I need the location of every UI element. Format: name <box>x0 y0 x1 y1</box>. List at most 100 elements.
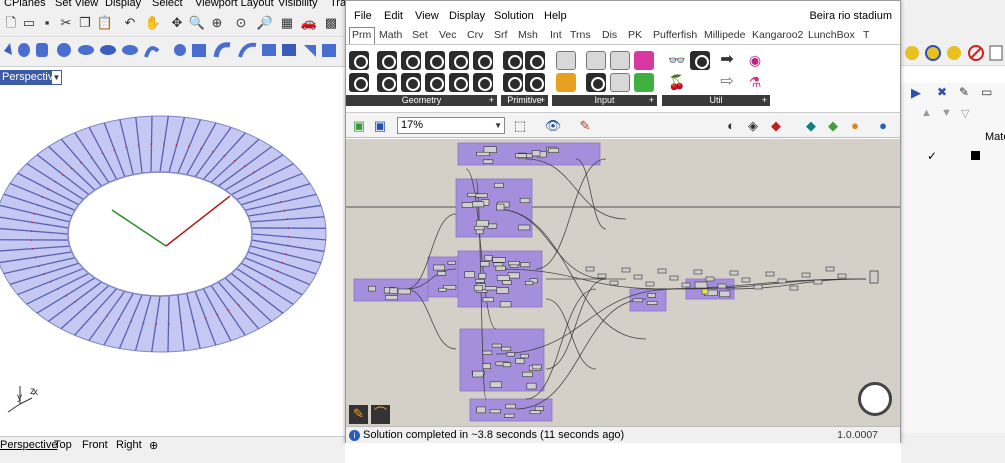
perspective-viewport[interactable]: zyx <box>0 86 345 436</box>
layer-delete-icon[interactable]: ✖ <box>937 85 947 99</box>
cut-icon[interactable]: ✂ <box>57 14 75 32</box>
number-param-icon[interactable] <box>503 73 523 92</box>
arrow-outline-icon[interactable]: ⇨ <box>718 73 736 91</box>
menu-display[interactable]: Display <box>105 0 141 9</box>
arc-param-icon[interactable] <box>401 51 421 70</box>
tab-pk[interactable]: PK <box>628 29 642 41</box>
brep-param-icon[interactable] <box>449 51 469 70</box>
boolean-param-icon[interactable] <box>503 51 523 70</box>
tab-top[interactable]: Top <box>54 439 72 451</box>
display-sphere-icon[interactable]: ● <box>874 117 892 135</box>
tab-trns[interactable]: Trns <box>570 29 591 41</box>
mesh-param-icon[interactable] <box>473 51 493 70</box>
move-down-icon[interactable]: ▼ <box>941 107 952 119</box>
gh-menu-solution[interactable]: Solution <box>494 10 534 22</box>
save-document-icon[interactable]: ▣ <box>371 117 389 135</box>
zoom-extents-icon[interactable]: ⬚ <box>511 117 529 135</box>
save-icon[interactable]: ▪ <box>38 14 56 32</box>
preview-wire-icon[interactable]: ◐ <box>722 117 740 135</box>
cherries-icon[interactable]: 🍒 <box>668 73 686 91</box>
open-document-icon[interactable]: ▣ <box>350 117 368 135</box>
ribbon-label-util[interactable]: Util + <box>662 95 770 106</box>
move-up-icon[interactable]: ▲ <box>921 107 932 119</box>
tab-front[interactable]: Front <box>82 439 108 451</box>
copy-icon[interactable]: ❐ <box>76 14 94 32</box>
gh-menu-help[interactable]: Help <box>544 10 567 22</box>
gradient-icon[interactable] <box>634 51 654 70</box>
flask-icon[interactable]: ⚗ <box>746 73 764 91</box>
rotate-view-icon[interactable]: ✥ <box>168 14 186 32</box>
ribbon-label-input[interactable]: Input + <box>552 95 657 106</box>
value-list-icon[interactable] <box>610 51 630 70</box>
curve-param-icon[interactable] <box>425 51 445 70</box>
graph-mapper-icon[interactable] <box>556 73 576 92</box>
tab-dis[interactable]: Dis <box>602 29 617 41</box>
tab-t[interactable]: T <box>863 29 869 41</box>
zoom-icon[interactable]: 🔍 <box>188 14 206 32</box>
view-icon[interactable]: ▩ <box>322 14 340 32</box>
integer-param-icon[interactable] <box>525 51 545 70</box>
field-param-icon[interactable] <box>473 73 493 92</box>
list-icon[interactable] <box>610 73 630 92</box>
zoom-extents-icon[interactable]: ⊙ <box>232 14 250 32</box>
tree-icon[interactable] <box>690 51 710 70</box>
zoom-level-field[interactable]: 17% ▼ <box>397 117 505 134</box>
tab-vec[interactable]: Vec <box>439 29 457 41</box>
tab-set[interactable]: Set <box>412 29 428 41</box>
toggle-icon[interactable] <box>586 73 606 92</box>
menu-viewport-layout[interactable]: Viewport Layout <box>195 0 274 9</box>
circle-param-icon[interactable] <box>377 51 397 70</box>
gh-menu-display[interactable]: Display <box>449 10 485 22</box>
panel-icon[interactable] <box>586 51 606 70</box>
grid-icon[interactable]: ▦ <box>278 14 296 32</box>
tab-right[interactable]: Right <box>116 439 142 451</box>
tab-millipede[interactable]: Millipede <box>704 29 745 41</box>
tab-crv[interactable]: Crv <box>467 29 483 41</box>
car-icon[interactable]: 🚗 <box>300 14 318 32</box>
arrow-right-icon[interactable]: ➡ <box>718 51 736 69</box>
sketch-pen-icon[interactable]: ✎ <box>576 117 594 135</box>
layer-new-icon[interactable]: ▶ <box>911 85 921 101</box>
viewport-menu-chevron-icon[interactable]: ▼ <box>52 71 61 84</box>
gh-menu-view[interactable]: View <box>415 10 439 22</box>
point-param-icon[interactable] <box>349 51 369 70</box>
filter-icon[interactable]: ▽ <box>961 107 969 120</box>
sketch-tool-icon[interactable]: ✎ <box>349 405 368 424</box>
gh-menu-file[interactable]: File <box>354 10 372 22</box>
paste-icon[interactable]: 📋 <box>96 14 114 32</box>
glasses-icon[interactable]: 👓 <box>668 51 686 69</box>
box-param-icon[interactable] <box>425 73 445 92</box>
menu-set-view[interactable]: Set View <box>55 0 98 9</box>
number-slider-icon[interactable] <box>556 51 576 70</box>
tab-lunchbox[interactable]: LunchBox <box>808 29 855 41</box>
tab-msh[interactable]: Msh <box>518 29 538 41</box>
layer-folder-icon[interactable]: ▭ <box>981 85 992 99</box>
text-param-icon[interactable] <box>525 73 545 92</box>
undo-icon[interactable]: ↶ <box>121 14 139 32</box>
tab-prm[interactable]: Prm <box>352 29 371 41</box>
menu-select[interactable]: Select <box>152 0 183 9</box>
open-icon[interactable]: ▭ <box>20 14 38 32</box>
zoom-window-icon[interactable]: ⊕ <box>208 14 226 32</box>
tab-kangaroo2[interactable]: Kangaroo2 <box>752 29 803 41</box>
plane-param-icon[interactable] <box>401 73 421 92</box>
layer-current-check[interactable]: ✓ <box>927 149 937 163</box>
preview-eye-icon[interactable]: 👁 <box>544 117 562 135</box>
ribbon-label-primitive[interactable]: Primitive + <box>501 95 548 106</box>
gh-canvas[interactable]: ✎ ⌒ <box>346 139 900 426</box>
ribbon-label-geometry[interactable]: Geometry + <box>346 95 497 106</box>
solid-tools-icons[interactable] <box>0 37 345 67</box>
tab-math[interactable]: Math <box>379 29 402 41</box>
render-sphere-icon[interactable]: ● <box>846 117 864 135</box>
relay-icon[interactable]: ◉ <box>746 51 764 69</box>
preview-shaded-icon[interactable]: ◈ <box>744 117 762 135</box>
surface-param-icon[interactable] <box>449 73 469 92</box>
vector-param-icon[interactable] <box>349 73 369 92</box>
navigation-compass-icon[interactable] <box>858 382 892 416</box>
menu-transform[interactable]: Tra <box>330 0 345 9</box>
tab-pufferfish[interactable]: Pufferfish <box>653 29 697 41</box>
tab-perspective[interactable]: Perspective <box>0 439 57 451</box>
add-viewport-icon[interactable]: ⊕ <box>149 439 158 452</box>
preview-selected-icon[interactable]: ◆ <box>767 117 785 135</box>
bake-green-icon[interactable]: ◆ <box>824 117 842 135</box>
